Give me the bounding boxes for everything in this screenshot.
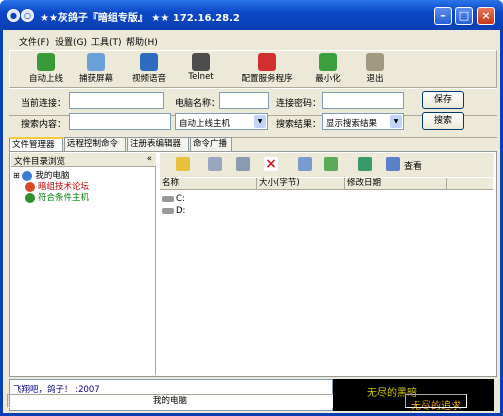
main-toolbar: 自动上线 捕获屏幕 视频语音 Telnet 配置服务程序 最小化 退出 bbox=[9, 50, 497, 88]
list-item-drive-d[interactable]: D: bbox=[162, 206, 185, 216]
telnet-button[interactable]: Telnet bbox=[183, 53, 219, 87]
tab-file-manager[interactable]: 文件管理器 bbox=[9, 137, 63, 152]
menu-tools[interactable]: 工具(T) bbox=[91, 35, 122, 48]
view-icon[interactable] bbox=[386, 157, 400, 171]
tree-node-matching-hosts[interactable]: 符合条件主机 bbox=[25, 191, 89, 203]
tree-header-title: 文件目录浏览 bbox=[14, 157, 66, 167]
view-button-label[interactable]: 查看 bbox=[404, 159, 422, 172]
telnet-icon bbox=[192, 53, 210, 71]
password-label: 连接密码： bbox=[276, 99, 322, 109]
column-name[interactable]: 名称 bbox=[160, 178, 257, 190]
tab-command-broadcast[interactable]: 命令广播 bbox=[190, 137, 232, 151]
video-voice-icon bbox=[140, 53, 158, 71]
search-result-label: 搜索结果： bbox=[276, 120, 322, 130]
host-group-icon bbox=[25, 192, 35, 203]
collapse-icon[interactable]: « bbox=[147, 154, 152, 164]
auto-online-icon bbox=[37, 53, 55, 71]
download-icon[interactable] bbox=[324, 157, 338, 171]
menu-file[interactable]: 文件(F) bbox=[19, 35, 49, 48]
search-scope-select[interactable]: 自动上线主机 ▼ bbox=[175, 113, 268, 130]
search-scope-value: 自动上线主机 bbox=[179, 119, 231, 129]
refresh-icon[interactable] bbox=[358, 157, 372, 171]
file-manager-pane: 文件目录浏览 « ⊞ 我的电脑 暗组技术论坛 符合条件主机 × 查看 名称 大小… bbox=[9, 151, 497, 377]
search-content-label: 搜索内容： bbox=[21, 120, 67, 130]
config-server-icon bbox=[258, 53, 276, 71]
minimize-window-button[interactable]: – bbox=[434, 7, 452, 25]
chevron-down-icon[interactable]: ▼ bbox=[254, 115, 266, 128]
column-modified[interactable]: 修改日期 bbox=[345, 178, 447, 190]
search-result-select[interactable]: 显示搜索结果 ▼ bbox=[322, 113, 404, 130]
search-row: 搜索内容： 自动上线主机 ▼ 搜索结果： 显示搜索结果 ▼ 搜索 bbox=[9, 110, 497, 138]
minimize-app-button[interactable]: 最小化 bbox=[310, 53, 346, 87]
host-name-label: 电脑名称： bbox=[175, 99, 221, 109]
status-left: 我的电脑 bbox=[7, 394, 333, 408]
capture-screen-button[interactable]: 捕获屏幕 bbox=[74, 53, 118, 87]
file-list-header: 名称 大小(字节) 修改日期 bbox=[160, 178, 493, 190]
computer-icon bbox=[22, 170, 33, 181]
tab-remote-commands[interactable]: 远程控制命令 bbox=[64, 137, 126, 151]
column-size[interactable]: 大小(字节) bbox=[257, 178, 345, 190]
new-folder-icon[interactable] bbox=[176, 157, 190, 171]
directory-tree: ⊞ 我的电脑 暗组技术论坛 符合条件主机 bbox=[11, 167, 156, 375]
status-bar: 我的电脑 自动上线：0台 bbox=[3, 391, 500, 413]
system-menu-icon[interactable]: ● bbox=[7, 9, 20, 22]
exit-button[interactable]: 退出 bbox=[360, 53, 390, 87]
capture-screen-icon bbox=[87, 53, 105, 71]
tab-registry-editor[interactable]: 注册表编辑器 bbox=[127, 137, 189, 151]
minimize-icon bbox=[319, 53, 337, 71]
search-result-value: 显示搜索结果 bbox=[326, 119, 378, 129]
title-bar[interactable]: ● ○ ★★灰鸽子『暗组专版』 ★★ 172.16.28.2 – □ × bbox=[0, 0, 503, 30]
save-button[interactable]: 保存 bbox=[422, 91, 464, 109]
exit-icon bbox=[366, 53, 384, 71]
current-connection-input[interactable] bbox=[69, 92, 164, 109]
maximize-window-button[interactable]: □ bbox=[455, 7, 473, 25]
delete-icon[interactable]: × bbox=[264, 157, 278, 171]
status-right: 自动上线：0台 bbox=[405, 394, 467, 408]
menu-settings[interactable]: 设置(G) bbox=[55, 35, 87, 48]
expand-icon[interactable]: ⊞ bbox=[13, 171, 20, 180]
chevron-down-icon[interactable]: ▼ bbox=[390, 115, 402, 128]
globe-icon bbox=[25, 181, 35, 192]
search-button[interactable]: 搜索 bbox=[422, 112, 464, 130]
auto-online-button[interactable]: 自动上线 bbox=[24, 53, 68, 87]
search-content-input[interactable] bbox=[69, 113, 171, 130]
password-input[interactable] bbox=[322, 92, 404, 109]
tree-header: 文件目录浏览 « bbox=[11, 153, 156, 167]
drive-icon bbox=[162, 195, 174, 202]
list-item-drive-c[interactable]: C: bbox=[162, 194, 185, 204]
paste-icon[interactable] bbox=[236, 157, 250, 171]
upload-icon[interactable] bbox=[298, 157, 312, 171]
current-connection-label: 当前连接： bbox=[21, 99, 67, 109]
menu-bar: 文件(F) 设置(G) 工具(T) 帮助(H) bbox=[3, 32, 500, 48]
host-name-input[interactable] bbox=[219, 92, 269, 109]
drive-icon bbox=[162, 207, 174, 214]
close-window-button[interactable]: × bbox=[477, 7, 495, 25]
video-voice-button[interactable]: 视频语音 bbox=[127, 53, 171, 87]
menu-help[interactable]: 帮助(H) bbox=[126, 35, 158, 48]
app-icon[interactable]: ○ bbox=[21, 9, 34, 22]
client-area: 文件(F) 设置(G) 工具(T) 帮助(H) 自动上线 捕获屏幕 视频语音 T… bbox=[3, 30, 500, 413]
config-server-button[interactable]: 配置服务程序 bbox=[236, 53, 298, 87]
window-title: ★★灰鸽子『暗组专版』 ★★ 172.16.28.2 bbox=[40, 13, 240, 24]
main-window: ● ○ ★★灰鸽子『暗组专版』 ★★ 172.16.28.2 – □ × 文件(… bbox=[0, 0, 503, 416]
copy-icon[interactable] bbox=[208, 157, 222, 171]
file-toolbar: × 查看 bbox=[160, 153, 494, 177]
file-list: C: D: bbox=[160, 190, 493, 375]
